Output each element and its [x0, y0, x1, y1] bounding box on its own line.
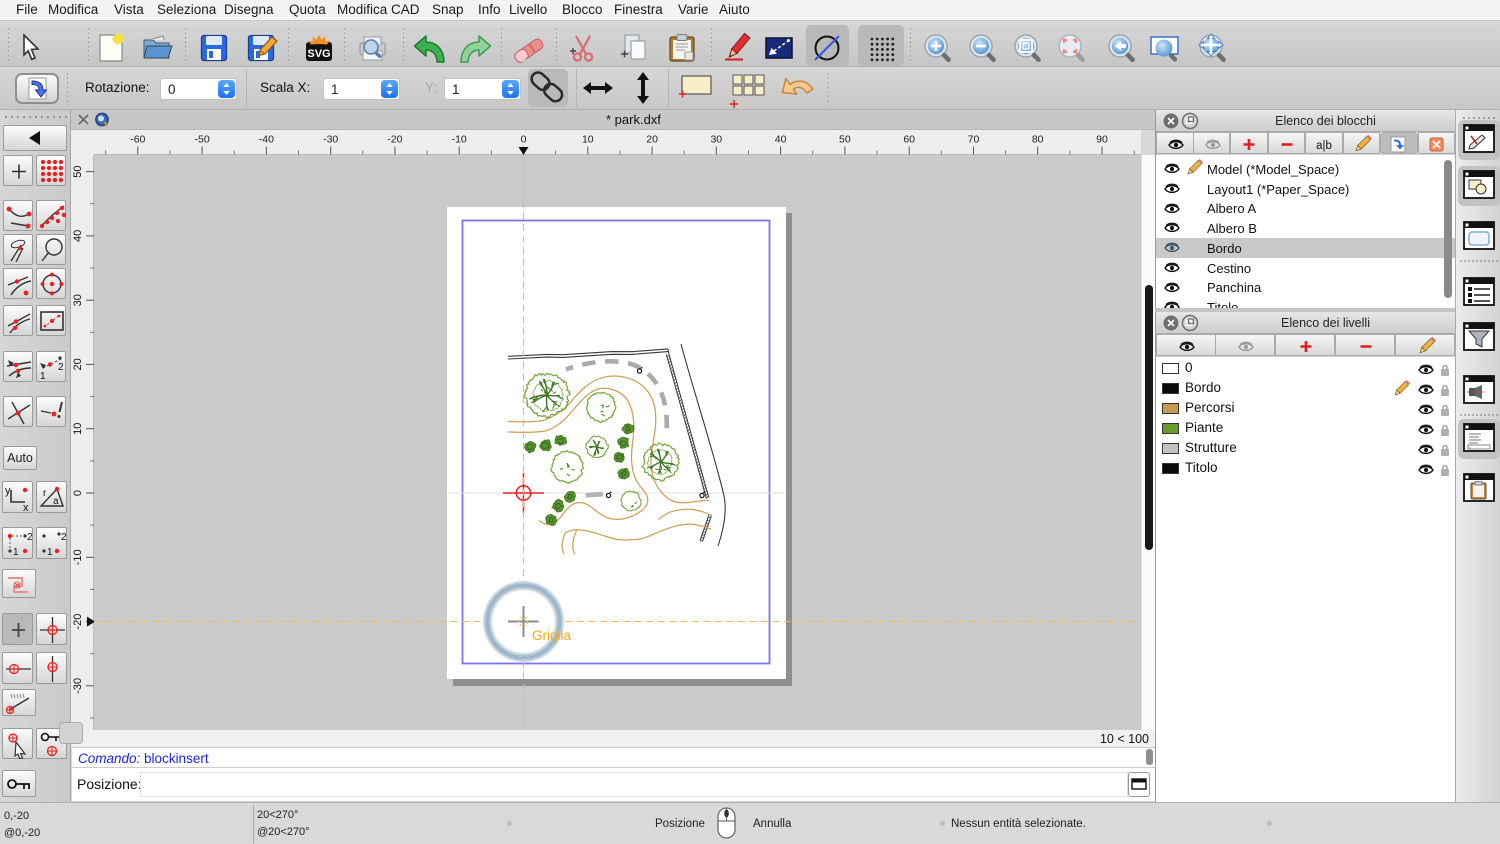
svg-text:0: 0 — [72, 490, 84, 496]
svg-text:70: 70 — [968, 134, 980, 146]
svg-text:x: x — [23, 502, 29, 513]
svg-text:50: 50 — [839, 134, 851, 146]
svg-text:30: 30 — [710, 134, 722, 146]
svg-text:y: y — [5, 485, 11, 497]
svg-text:1: 1 — [13, 547, 19, 558]
svg-text:1: 1 — [40, 371, 46, 382]
svg-text:-40: -40 — [259, 134, 274, 146]
svg-text:10: 10 — [582, 134, 594, 146]
svg-text:-60: -60 — [130, 134, 145, 146]
svg-text:-30: -30 — [323, 134, 338, 146]
svg-text:20: 20 — [646, 134, 658, 146]
svg-text:a|b: a|b — [1316, 140, 1332, 152]
svg-text:0: 0 — [521, 134, 527, 146]
svg-text:30: 30 — [72, 294, 84, 306]
svg-text:-50: -50 — [195, 134, 210, 146]
svg-text:60: 60 — [903, 134, 915, 146]
svg-text:2: 2 — [27, 532, 33, 543]
svg-text:80: 80 — [1032, 134, 1044, 146]
svg-text:-10: -10 — [72, 549, 84, 565]
svg-text:Griglia: Griglia — [532, 628, 572, 643]
svg-text:-20: -20 — [387, 134, 402, 146]
svg-text:a: a — [53, 496, 59, 507]
svg-text:r: r — [43, 488, 47, 499]
svg-text:90: 90 — [1096, 134, 1108, 146]
svg-text:20: 20 — [72, 358, 84, 370]
svg-text:2: 2 — [58, 362, 64, 373]
svg-text:50: 50 — [72, 165, 84, 177]
svg-text:1: 1 — [47, 547, 53, 558]
svg-text:10: 10 — [72, 423, 84, 435]
svg-text:-10: -10 — [452, 134, 467, 146]
svg-text:-30: -30 — [72, 678, 84, 694]
svg-text:-20: -20 — [72, 614, 84, 630]
svg-text:2: 2 — [61, 532, 67, 543]
svg-text:40: 40 — [72, 230, 84, 242]
svg-text:c: c — [1469, 445, 1471, 450]
svg-text:SVG: SVG — [307, 48, 330, 60]
svg-text:40: 40 — [775, 134, 787, 146]
